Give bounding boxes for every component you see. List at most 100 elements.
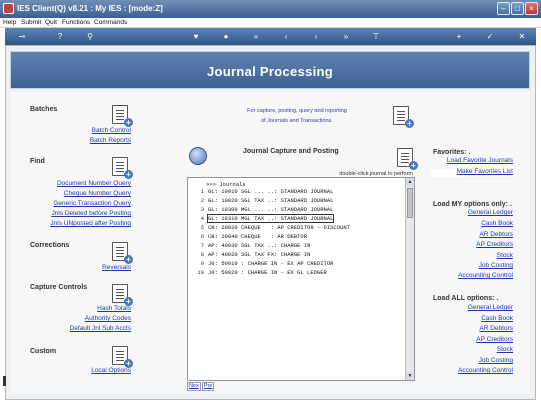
menu-quit[interactable]: Quit xyxy=(45,19,57,26)
journal-row[interactable]: 9 J0: 50010 : CHARGE IN - EX AP CREDITOR xyxy=(188,260,404,268)
minimize-button[interactable]: – xyxy=(497,2,510,15)
menu-submit[interactable]: Submit xyxy=(21,19,41,26)
info-doc-icon[interactable] xyxy=(393,106,414,128)
journal-row[interactable]: 8 AP: 40020 SGL TAX FX: CHARGE IN xyxy=(188,251,404,259)
close-icon[interactable]: ✕ xyxy=(515,30,529,43)
link-authority-codes[interactable]: Authority Codes xyxy=(85,315,131,322)
link-default-jnl-sub-accts[interactable]: Default Jnl Sub Accts xyxy=(70,325,131,332)
link-my-stock[interactable]: Stock xyxy=(497,252,513,259)
capture-controls-icon[interactable] xyxy=(112,284,133,306)
journal-row-selected[interactable]: 4 GL: 10310 MGL TAX ..: STANDARD JOURNAL xyxy=(188,214,404,223)
link-jnls-deleted[interactable]: Jnls Deleted before Posting xyxy=(52,210,132,217)
find-icon[interactable] xyxy=(112,157,133,179)
row-text: GL: 10020 SGL TAX ..: STANDARD JOURNAL xyxy=(208,197,334,204)
link-all-ap-creditors[interactable]: AP Creditors xyxy=(476,336,513,343)
link-document-number-query[interactable]: Document Number Query xyxy=(57,180,131,187)
row-number: 9 xyxy=(200,260,204,267)
link-jnls-unposted[interactable]: Jnls UNposted after Posting xyxy=(50,220,131,227)
window-title: IES Client(Q) v8.21 : My IES : [mode:Z] xyxy=(17,4,163,13)
scroll-thumb[interactable] xyxy=(407,188,413,218)
help-icon[interactable] xyxy=(189,147,207,165)
custom-icon[interactable] xyxy=(112,346,133,368)
link-cheque-number-query[interactable]: Cheque Number Query xyxy=(64,190,131,197)
row-number: 6 xyxy=(200,233,204,240)
menu-bar: Help Submit Quit Functions Commands xyxy=(0,18,541,28)
menu-functions[interactable]: Functions xyxy=(62,19,90,26)
app-icon xyxy=(3,3,14,14)
add-icon[interactable]: + xyxy=(452,30,466,43)
link-all-stock[interactable]: Stock xyxy=(497,346,513,353)
rewind-icon[interactable]: « xyxy=(249,30,263,43)
row-text: GL: 10310 MGL TAX ..: STANDARD JOURNAL xyxy=(206,214,335,223)
link-my-accounting-control[interactable]: Accounting Control xyxy=(458,272,513,279)
row-number: 7 xyxy=(200,242,204,249)
row-number: 3 xyxy=(200,206,204,213)
row-number: 8 xyxy=(200,251,204,258)
row-number: 4 xyxy=(200,215,204,222)
skip-icon[interactable]: ⊤ xyxy=(369,30,383,43)
status-icon xyxy=(3,376,6,386)
menu-help[interactable]: Help xyxy=(3,19,16,26)
batches-title: Batches xyxy=(30,106,58,113)
toolbar: ⊸ ? ⚲ ♥ ● « ‹ › » ⊤ + ✓ ✕ xyxy=(5,28,536,45)
key-icon[interactable]: ⊸ xyxy=(11,30,33,43)
find-title: Find xyxy=(30,158,45,165)
scroll-down-icon[interactable]: ▼ xyxy=(406,372,414,380)
heart-icon[interactable]: ♥ xyxy=(189,30,203,43)
journal-scrollbar[interactable]: ▲ ▼ xyxy=(405,178,414,380)
link-my-ar-debtors[interactable]: AR Debtors xyxy=(479,231,513,238)
check-icon[interactable]: ✓ xyxy=(483,30,497,43)
link-my-cash-book[interactable]: Cash Book xyxy=(481,220,513,227)
corrections-icon[interactable] xyxy=(112,242,133,264)
link-all-job-costing[interactable]: Job Costing xyxy=(479,357,513,364)
link-load-favorite-journals[interactable]: Load Favorite Journals xyxy=(447,157,513,164)
journal-list[interactable]: >>> Journals 1 GL: 10010 SGL ... ..: STAN… xyxy=(187,177,415,381)
journal-row[interactable]: 2 GL: 10020 SGL TAX ..: STANDARD JOURNAL xyxy=(188,197,404,205)
row-text: CB: 20020 CHEQUE : AP CREDITOR - DISCOUN… xyxy=(208,224,350,231)
scroll-up-icon[interactable]: ▲ xyxy=(406,178,414,186)
my-options-title: Load MY options only: . xyxy=(433,201,512,208)
row-text: AP: 40030 SGL TAX ..: CHARGE IN xyxy=(208,242,311,249)
link-make-favorites-list[interactable]: Make Favorites List xyxy=(457,168,513,175)
help-icon[interactable]: ? xyxy=(53,30,67,43)
link-all-general-ledger[interactable]: General Ledger xyxy=(468,304,513,311)
journal-row[interactable]: 3 GL: 10300 MGL ... ..: STANDARD JOURNAL xyxy=(188,206,404,214)
row-text: GL: 10010 SGL ... ..: STANDARD JOURNAL xyxy=(208,188,334,195)
link-generic-transaction-query[interactable]: Generic Transaction Query xyxy=(53,200,131,207)
info-line-2: of Journals and Transactions. xyxy=(261,118,333,124)
row-number: 5 xyxy=(200,224,204,231)
journal-row[interactable]: 6 CB: 20040 CHEQUE : AR DEBTOR xyxy=(188,233,404,241)
search-icon[interactable]: ⚲ xyxy=(83,30,97,43)
close-button[interactable]: × xyxy=(525,2,538,15)
link-my-ap-creditors[interactable]: AP Creditors xyxy=(476,241,513,248)
record-icon[interactable]: ● xyxy=(219,30,233,43)
journal-row[interactable]: 1 GL: 10010 SGL ... ..: STANDARD JOURNAL xyxy=(188,188,404,196)
menu-commands[interactable]: Commands xyxy=(94,19,127,26)
link-all-ar-debtors[interactable]: AR Debtors xyxy=(479,325,513,332)
row-text: J0: 50010 : CHARGE IN - EX AP CREDITOR xyxy=(208,260,334,267)
maximize-button[interactable]: □ xyxy=(511,2,524,15)
link-batch-reports[interactable]: Batch Reports xyxy=(90,137,131,144)
list-nav: Nex Pre xyxy=(187,382,215,391)
page-banner: Journal Processing xyxy=(10,51,530,89)
journal-row[interactable]: 7 AP: 40030 SGL TAX ..: CHARGE IN xyxy=(188,242,404,250)
link-batch-control[interactable]: Batch Control xyxy=(92,127,131,134)
next-button[interactable]: Nex xyxy=(187,382,201,391)
link-reversals[interactable]: Reversals xyxy=(102,264,131,271)
link-my-general-ledger[interactable]: General Ledger xyxy=(468,209,513,216)
forward-icon[interactable]: › xyxy=(309,30,323,43)
favorites-title: Favorites: . xyxy=(433,149,471,156)
link-all-cash-book[interactable]: Cash Book xyxy=(481,315,513,322)
journal-row[interactable]: 5 CB: 20020 CHEQUE : AP CREDITOR - DISCOU… xyxy=(188,224,404,232)
prev-button[interactable]: Pre xyxy=(201,382,215,391)
back-icon[interactable]: ‹ xyxy=(279,30,293,43)
journal-row[interactable]: 10 J0: 50020 : CHARGE IN - EX GL LEDGER xyxy=(188,269,404,277)
capture-doc-icon[interactable] xyxy=(397,148,418,170)
link-all-accounting-control[interactable]: Accounting Control xyxy=(458,367,513,374)
link-my-job-costing[interactable]: Job Costing xyxy=(479,262,513,269)
fast-forward-icon[interactable]: » xyxy=(339,30,353,43)
link-local-options[interactable]: Local Options xyxy=(91,367,131,374)
batches-icon[interactable] xyxy=(112,105,133,127)
link-hash-totals[interactable]: Hash Totals xyxy=(97,305,131,312)
info-line-1: For capture, posting, query and reportin… xyxy=(247,108,347,114)
